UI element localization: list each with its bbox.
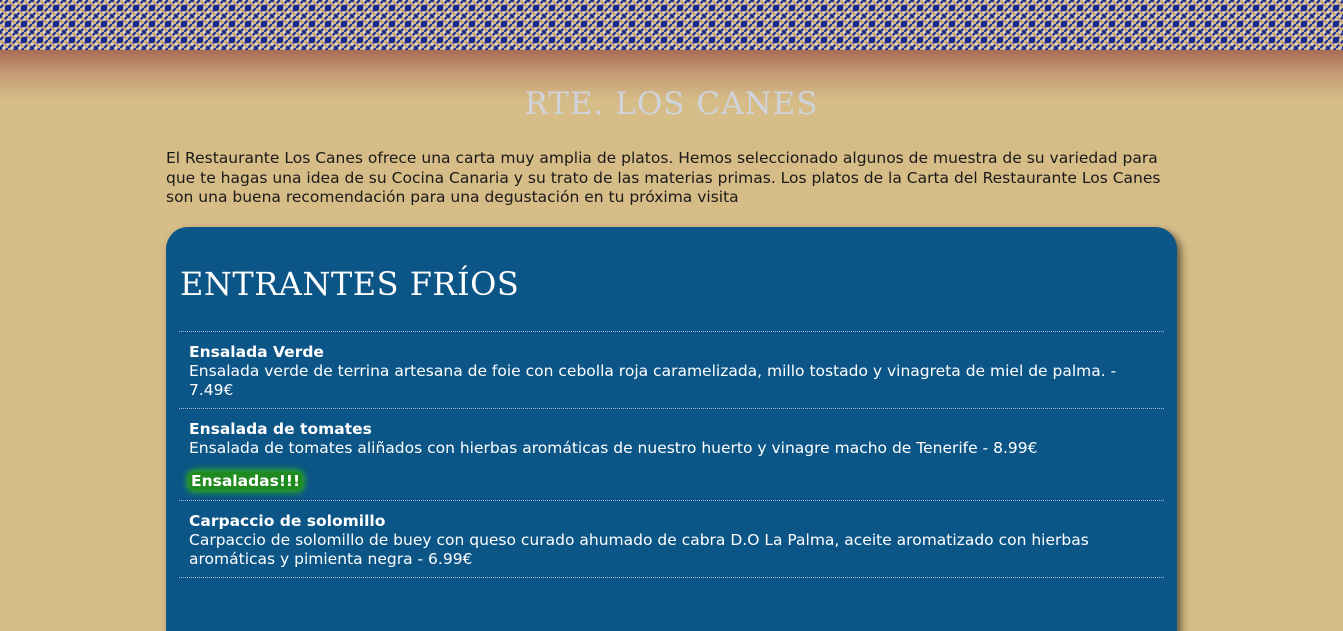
menu-panel: ENTRANTES FRÍOS Ensalada Verde Ensalada … <box>166 227 1177 631</box>
intro-paragraph: El Restaurante Los Canes ofrece una cart… <box>166 149 1161 206</box>
dish-item: Ensalada Verde Ensalada verde de terrina… <box>179 332 1164 409</box>
decorative-tile-header <box>0 0 1343 50</box>
dish-description: Ensalada verde de terrina artesana de fo… <box>189 362 1117 399</box>
section-heading: ENTRANTES FRÍOS <box>180 265 520 303</box>
dish-description: Ensalada de tomates aliñados con hierbas… <box>189 439 1038 457</box>
dish-item: Carpaccio de solomillo Carpaccio de solo… <box>179 501 1164 578</box>
dish-name: Ensalada Verde <box>189 343 324 361</box>
dish-item: Ensalada de tomates Ensalada de tomates … <box>179 409 1164 501</box>
dish-list: Ensalada Verde Ensalada verde de terrina… <box>179 331 1164 578</box>
dish-tag-badge: Ensaladas!!! <box>189 472 303 490</box>
site-title: RTE. LOS CANES <box>524 86 819 122</box>
dish-name: Carpaccio de solomillo <box>189 512 386 530</box>
dish-description: Carpaccio de solomillo de buey con queso… <box>189 531 1089 568</box>
dish-name: Ensalada de tomates <box>189 420 372 438</box>
